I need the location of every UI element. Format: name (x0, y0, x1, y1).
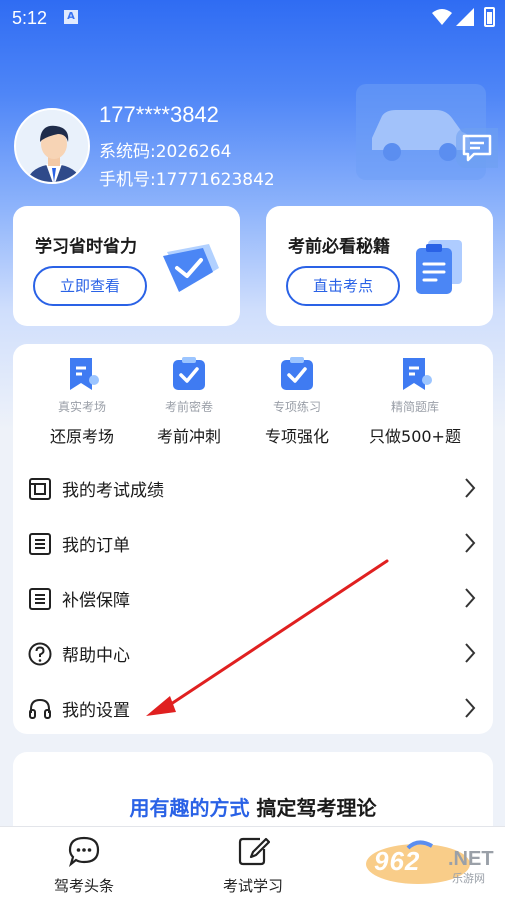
tab-exam-study[interactable]: 考试学习 (198, 835, 308, 896)
watermark-suffix: .NET (448, 848, 494, 870)
bookmark-icon (64, 356, 100, 392)
order-icon (29, 533, 51, 555)
feature-mock-paper[interactable]: 考前密卷 考前冲刺 (133, 356, 245, 447)
feature-real-exam[interactable]: 真实考场 还原考场 (26, 356, 138, 447)
status-bar: 5:12 A (0, 0, 505, 36)
feature-label: 考前冲刺 (156, 427, 221, 446)
key-points-button[interactable]: 直击考点 (286, 266, 400, 306)
document-icon (416, 240, 462, 294)
feature-label: 只做500+题 (369, 427, 461, 446)
system-code-label: 系统码: (99, 142, 156, 162)
menu-label: 帮助中心 (62, 646, 130, 666)
clipboard-check-icon (171, 356, 207, 392)
promo-title: 考前必看秘籍 (288, 237, 390, 257)
slogan-rest: 搞定驾考理论 (256, 796, 377, 820)
phone-line: 手机号:17771623842 (99, 165, 275, 190)
system-code-line: 系统码:2026264 (99, 137, 231, 162)
chevron-right-icon (465, 533, 476, 553)
menu-item-guarantee[interactable]: 补偿保障 (13, 571, 493, 625)
features-menu-card: 真实考场 还原考场 考前密卷 考前冲刺 专项练习 专项强化 精简题库 只做500… (13, 344, 493, 734)
username: 177****3842 (99, 102, 219, 127)
edit-icon (238, 837, 271, 866)
watermark-brand: 962 (374, 846, 421, 876)
feature-special-practice[interactable]: 专项练习 专项强化 (241, 356, 353, 447)
battery-icon (484, 7, 495, 27)
help-icon (28, 642, 52, 666)
notification-icon: A (64, 10, 78, 24)
headset-icon (29, 698, 51, 719)
chevron-right-icon (465, 478, 476, 498)
promo-title: 学习省时省力 (35, 237, 137, 257)
feature-sub: 精简题库 (390, 400, 439, 414)
tab-label: 考试学习 (222, 877, 283, 895)
promo-card-tips[interactable]: 考前必看秘籍 直击考点 (266, 206, 493, 326)
chevron-right-icon (465, 588, 476, 608)
chevron-right-icon (465, 643, 476, 663)
menu-item-exam-scores[interactable]: 我的考试成绩 (13, 461, 493, 515)
watermark-sub: 乐游网 (452, 872, 485, 885)
promo-card-study[interactable]: 学习省时省力 立即查看 (13, 206, 240, 326)
view-now-button[interactable]: 立即查看 (33, 266, 147, 306)
phone-label: 手机号: (99, 170, 156, 190)
bookmark-icon (397, 356, 433, 392)
feature-question-bank[interactable]: 精简题库 只做500+题 (359, 356, 471, 447)
slogan-highlight: 用有趣的方式 (129, 796, 250, 820)
menu-item-settings[interactable]: 我的设置 (13, 681, 493, 735)
slogan-text: 用有趣的方式 搞定驾考理论 (13, 792, 493, 821)
diamond-check-icon (163, 244, 219, 292)
tab-driving-news[interactable]: 驾考头条 (29, 835, 139, 896)
avatar[interactable] (14, 108, 90, 184)
menu-label: 我的订单 (62, 536, 130, 556)
feature-sub: 专项练习 (272, 400, 321, 414)
phone-value: 17771623842 (155, 170, 275, 190)
status-time: 5:12 (12, 8, 48, 28)
menu-label: 补偿保障 (62, 591, 130, 611)
menu-item-help-center[interactable]: 帮助中心 (13, 626, 493, 680)
feature-sub: 真实考场 (57, 400, 106, 414)
system-code-value: 2026264 (155, 142, 232, 162)
tab-label: 驾考头条 (53, 877, 114, 895)
chevron-right-icon (465, 698, 476, 718)
wifi-icon (432, 9, 452, 25)
menu-label: 我的设置 (62, 701, 130, 721)
customer-service-button[interactable] (456, 128, 498, 168)
menu-item-orders[interactable]: 我的订单 (13, 516, 493, 570)
menu-label: 我的考试成绩 (62, 481, 164, 501)
signal-icon (456, 8, 474, 26)
clipboard-check-icon (279, 356, 315, 392)
chat-bubble-icon (68, 836, 100, 868)
guarantee-icon (29, 588, 51, 610)
chat-icon (462, 134, 492, 162)
feature-label: 专项强化 (264, 427, 329, 446)
score-icon (29, 478, 51, 500)
feature-label: 还原考场 (49, 427, 114, 446)
feature-sub: 考前密卷 (164, 400, 213, 414)
